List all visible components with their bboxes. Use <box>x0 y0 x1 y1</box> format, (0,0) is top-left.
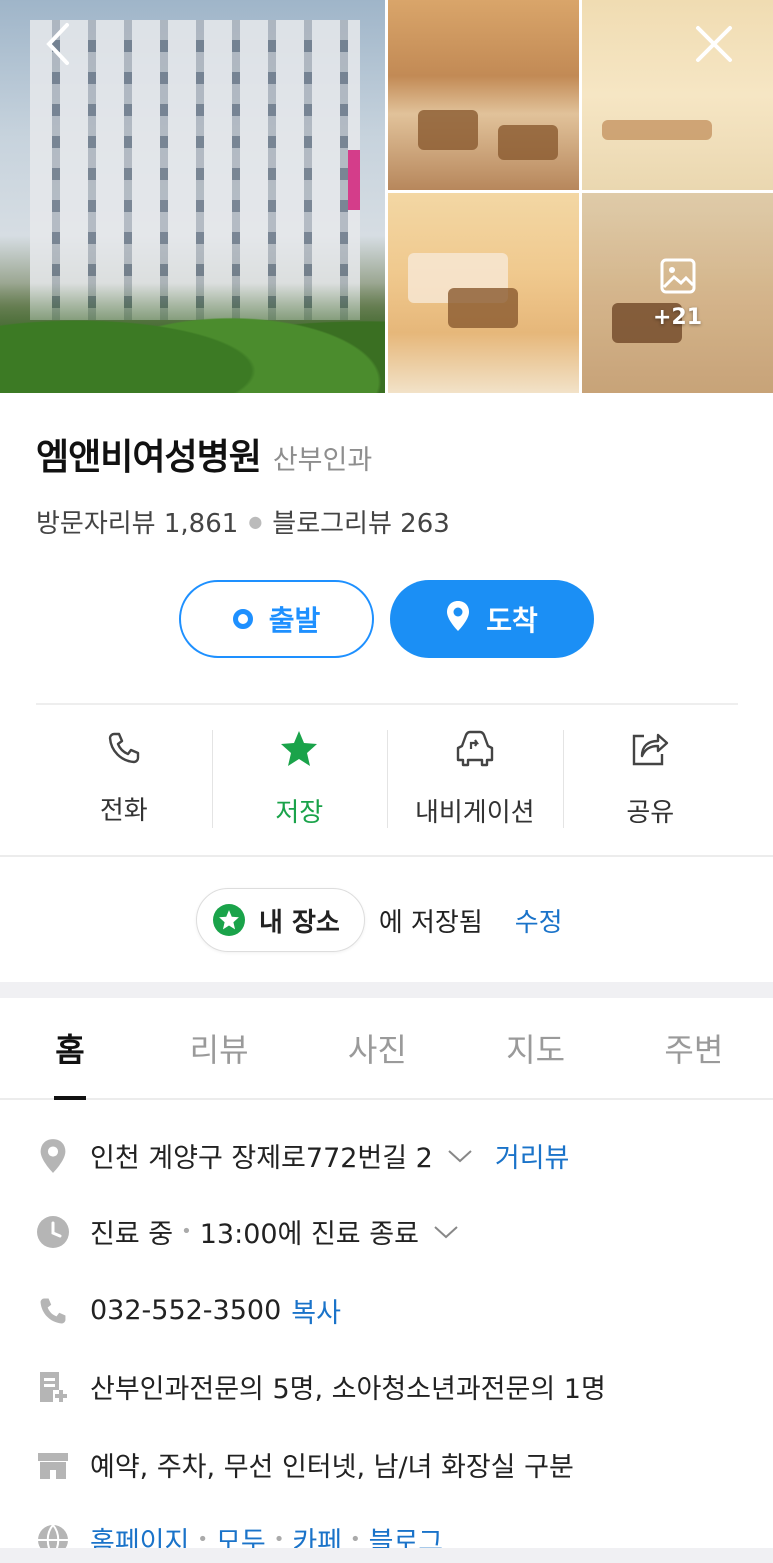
building-sign <box>348 150 360 210</box>
my-places-chip[interactable]: 내 장소 <box>196 888 365 952</box>
star-icon <box>213 904 245 936</box>
review-counts: 방문자리뷰 1,861 ● 블로그리뷰 263 <box>36 503 450 540</box>
navigation-button[interactable]: 내비게이션 <box>387 730 563 830</box>
phone-row: 032-552-3500 복사 <box>36 1291 341 1330</box>
status-text: 진료 중 <box>90 1219 174 1250</box>
separator-dot: • <box>181 1221 192 1242</box>
arrive-label: 도착 <box>486 604 538 637</box>
trees-image <box>0 283 385 393</box>
car-navigation-icon <box>454 730 496 772</box>
tab-photos[interactable]: 사진 <box>298 998 456 1098</box>
call-label: 전화 <box>99 796 148 826</box>
chevron-left-icon <box>43 22 73 70</box>
start-button[interactable]: 출발 <box>179 580 374 658</box>
star-icon <box>279 730 319 772</box>
doctors-text: 산부인과전문의 5명, 소아청소년과전문의 1명 <box>90 1374 606 1405</box>
back-button[interactable] <box>34 22 82 70</box>
phone-icon <box>106 730 142 770</box>
divider <box>0 855 773 857</box>
separator-dot: • <box>197 1529 208 1550</box>
place-category: 산부인과 <box>272 445 373 476</box>
divider <box>36 703 738 705</box>
medical-document-icon <box>36 1370 70 1404</box>
save-button[interactable]: 저장 <box>211 730 388 830</box>
store-icon <box>36 1448 70 1482</box>
visitor-review-count[interactable]: 방문자리뷰 1,861 <box>36 503 238 540</box>
address-row: 인천 계양구 장제로772번길 2 거리뷰 <box>36 1136 569 1175</box>
share-button[interactable]: 공유 <box>562 730 739 830</box>
hours-row: 진료 중 • 13:00에 진료 종료 <box>36 1212 459 1251</box>
address-text[interactable]: 인천 계양구 장제로772번길 2 <box>90 1136 433 1175</box>
save-label: 저장 <box>275 798 324 828</box>
clock-icon <box>36 1215 70 1249</box>
table <box>448 288 518 328</box>
bottom-edge <box>0 1548 773 1563</box>
start-label: 출발 <box>268 604 321 637</box>
chevron-down-icon[interactable] <box>447 1140 473 1171</box>
location-pin-icon <box>36 1138 70 1173</box>
lobby-furniture <box>418 110 478 150</box>
call-button[interactable]: 전화 <box>36 730 212 830</box>
tab-reviews[interactable]: 리뷰 <box>140 998 298 1098</box>
section-gap <box>0 982 773 998</box>
more-photos-count: +21 <box>652 304 703 330</box>
photo-lobby[interactable] <box>388 0 579 190</box>
dining-table <box>602 120 712 140</box>
phone-number[interactable]: 032-552-3500 <box>90 1295 281 1326</box>
share-label: 공유 <box>626 798 675 828</box>
action-bar: 전화 저장 내비게이션 공유 <box>36 730 738 830</box>
place-name: 엠앤비여성병원 <box>36 437 262 478</box>
hours-text[interactable]: 13:00에 진료 종료 <box>200 1212 419 1251</box>
origin-dot-icon <box>232 609 253 629</box>
doctors-row: 산부인과전문의 5명, 소아청소년과전문의 1명 <box>36 1367 606 1406</box>
arrive-button[interactable]: 도착 <box>390 580 594 658</box>
street-view-link[interactable]: 거리뷰 <box>495 1136 570 1175</box>
my-places-label: 내 장소 <box>259 907 340 938</box>
separator-dot: • <box>273 1529 285 1550</box>
navigation-label: 내비게이션 <box>414 798 535 828</box>
amenities-text: 예약, 주차, 무선 인터넷, 남/녀 화장실 구분 <box>90 1452 574 1483</box>
tab-map[interactable]: 지도 <box>457 998 615 1098</box>
photo-more[interactable]: +21 <box>582 193 773 393</box>
close-icon <box>694 24 734 68</box>
location-pin-icon <box>446 600 470 639</box>
close-button[interactable] <box>690 22 738 70</box>
saved-status-row: 내 장소 에 저장됨 수정 <box>196 888 563 952</box>
chevron-down-icon[interactable] <box>433 1216 459 1247</box>
separator-dot: ● <box>248 512 263 531</box>
saved-text: 에 저장됨 <box>378 907 483 938</box>
amenities-row: 예약, 주차, 무선 인터넷, 남/녀 화장실 구분 <box>36 1445 574 1484</box>
tab-bar: 홈 리뷰 사진 지도 주변 <box>0 998 773 1100</box>
lobby-furniture <box>498 125 558 160</box>
photo-dining-room[interactable] <box>582 0 773 190</box>
phone-icon <box>36 1294 70 1328</box>
blog-review-count[interactable]: 블로그리뷰 263 <box>272 503 450 540</box>
tab-home[interactable]: 홈 <box>0 998 140 1100</box>
share-icon <box>630 730 670 772</box>
image-icon <box>659 257 697 299</box>
photo-gallery[interactable]: +21 <box>0 0 773 393</box>
copy-link[interactable]: 복사 <box>291 1291 341 1330</box>
more-photos-overlay[interactable]: +21 <box>582 193 773 393</box>
separator-dot: • <box>350 1529 361 1550</box>
edit-link[interactable]: 수정 <box>515 902 563 939</box>
photo-patient-room[interactable] <box>388 193 579 393</box>
title-row: 엠앤비여성병원 산부인과 <box>36 428 372 480</box>
tab-nearby[interactable]: 주변 <box>615 998 773 1098</box>
